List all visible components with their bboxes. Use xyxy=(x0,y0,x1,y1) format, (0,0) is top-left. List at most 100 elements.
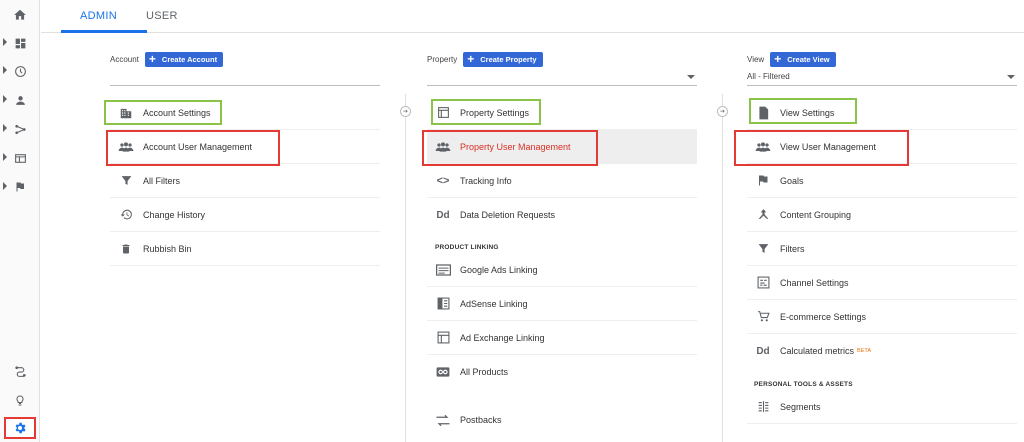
channel-icon xyxy=(755,275,771,291)
filter-icon xyxy=(755,241,771,257)
change-history-label: Change History xyxy=(143,209,206,220)
arrow-circle-icon: ➔ xyxy=(400,106,411,117)
all-filters-item[interactable]: All Filters xyxy=(110,164,380,198)
property-user-management-highlight xyxy=(422,130,598,166)
plus-icon: + xyxy=(467,52,475,66)
person-icon[interactable] xyxy=(3,89,31,111)
rubbish-bin-label: Rubbish Bin xyxy=(143,243,192,254)
channel-settings-label: Channel Settings xyxy=(780,277,849,288)
account-column: Account + Create Account Account Settings… xyxy=(104,34,380,442)
create-property-label: Create Property xyxy=(480,54,537,64)
property-header: Property + Create Property xyxy=(427,50,543,68)
property-column: Property + Create Property Property Setti… xyxy=(422,34,697,442)
chevron-down-icon xyxy=(687,75,695,79)
calculated-metrics-label: Calculated metrics xyxy=(780,346,855,356)
filters-item[interactable]: Filters xyxy=(747,232,1017,266)
filters-label: Filters xyxy=(780,243,805,254)
view-selector[interactable]: All - Filtered xyxy=(747,70,1017,86)
content-grouping-label: Content Grouping xyxy=(780,209,852,220)
ad-exchange-icon xyxy=(435,330,451,346)
postbacks-label: Postbacks xyxy=(460,415,502,425)
data-deletion-label: Data Deletion Requests xyxy=(460,210,556,220)
content-grouping-icon xyxy=(755,207,771,223)
create-account-label: Create Account xyxy=(161,54,218,64)
plus-icon: + xyxy=(774,52,782,66)
view-selector-value: All - Filtered xyxy=(747,72,790,81)
segments-icon xyxy=(755,399,771,415)
calculated-metrics-item[interactable]: Dd Calculated metrics BETA xyxy=(747,334,1017,368)
fork-icon[interactable] xyxy=(3,118,31,140)
postbacks-item[interactable]: Postbacks xyxy=(427,403,697,437)
cart-icon xyxy=(755,309,771,325)
segments-label: Segments xyxy=(780,401,821,412)
adsense-linking-item[interactable]: AdSense Linking xyxy=(427,287,697,321)
adsense-icon xyxy=(435,296,451,312)
arrow-circle-icon: ➔ xyxy=(717,106,728,117)
change-history-item[interactable]: Change History xyxy=(110,198,380,232)
account-settings-highlight xyxy=(104,100,222,125)
view-settings-highlight xyxy=(749,98,857,124)
property-selector[interactable] xyxy=(427,70,697,86)
home-icon[interactable] xyxy=(9,4,31,26)
tracking-info-label: Tracking Info xyxy=(460,175,512,186)
create-account-button[interactable]: + Create Account xyxy=(144,51,224,67)
left-nav-rail xyxy=(0,0,40,442)
ads-linking-icon xyxy=(435,262,451,278)
tab-user[interactable]: USER xyxy=(146,10,178,22)
ad-exchange-linking-label: Ad Exchange Linking xyxy=(460,332,545,343)
data-deletion-item[interactable]: Dd Data Deletion Requests xyxy=(427,198,697,232)
display-icon[interactable] xyxy=(3,147,31,169)
content-grouping-item[interactable]: Content Grouping xyxy=(747,198,1017,232)
trash-icon xyxy=(118,241,134,257)
code-icon: <> xyxy=(436,174,450,187)
create-view-label: Create View xyxy=(787,54,830,64)
account-selector[interactable] xyxy=(110,70,380,86)
segments-item[interactable]: Segments xyxy=(747,390,1017,424)
view-user-management-highlight xyxy=(734,130,909,166)
tracking-info-item[interactable]: <> Tracking Info xyxy=(427,164,697,198)
admin-panel: Account + Create Account Account Settings… xyxy=(41,34,1024,442)
chevron-down-icon xyxy=(1007,75,1015,79)
dd-icon: Dd xyxy=(436,209,450,221)
all-products-label: All Products xyxy=(460,367,509,377)
history-icon xyxy=(118,207,134,223)
property-label: Property xyxy=(427,54,458,64)
plus-icon: + xyxy=(148,52,156,66)
dd-icon: Dd xyxy=(756,345,770,357)
gear-icon[interactable] xyxy=(4,417,36,439)
account-label: Account xyxy=(110,54,139,64)
ecommerce-settings-label: E-commerce Settings xyxy=(780,311,867,322)
property-settings-highlight xyxy=(431,99,541,125)
account-user-management-highlight xyxy=(106,130,280,166)
ecommerce-settings-item[interactable]: E-commerce Settings xyxy=(747,300,1017,334)
all-filters-label: All Filters xyxy=(143,175,181,186)
create-view-button[interactable]: + Create View xyxy=(770,51,836,67)
channel-settings-item[interactable]: Channel Settings xyxy=(747,266,1017,300)
product-linking-heading: PRODUCT LINKING xyxy=(435,244,499,251)
ad-exchange-linking-item[interactable]: Ad Exchange Linking xyxy=(427,321,697,355)
link-icon xyxy=(435,364,451,380)
postbacks-icon xyxy=(435,412,451,428)
dashboard-icon[interactable] xyxy=(3,32,31,54)
flag-icon xyxy=(755,173,771,189)
active-tab-indicator xyxy=(61,30,147,33)
all-products-item[interactable]: All Products xyxy=(427,355,697,389)
google-ads-linking-item[interactable]: Google Ads Linking xyxy=(427,253,697,287)
beta-badge: BETA xyxy=(857,348,871,354)
google-ads-linking-label: Google Ads Linking xyxy=(460,264,538,275)
clock-icon[interactable] xyxy=(3,60,31,82)
flag-icon[interactable] xyxy=(3,176,31,198)
column-separator xyxy=(722,94,723,442)
goals-item[interactable]: Goals xyxy=(747,164,1017,198)
view-header: View + Create View xyxy=(747,50,836,68)
tab-bar: ADMIN USER xyxy=(41,0,1024,33)
rubbish-bin-item[interactable]: Rubbish Bin xyxy=(110,232,380,266)
personal-tools-heading: PERSONAL TOOLS & ASSETS xyxy=(754,381,853,388)
tab-admin[interactable]: ADMIN xyxy=(80,10,117,22)
view-column: View + Create View All - Filtered View Se… xyxy=(734,34,1017,442)
filter-icon xyxy=(118,173,134,189)
column-separator xyxy=(405,94,406,442)
attribution-icon[interactable] xyxy=(9,360,31,382)
create-property-button[interactable]: + Create Property xyxy=(463,51,543,67)
lightbulb-icon[interactable] xyxy=(9,389,31,411)
